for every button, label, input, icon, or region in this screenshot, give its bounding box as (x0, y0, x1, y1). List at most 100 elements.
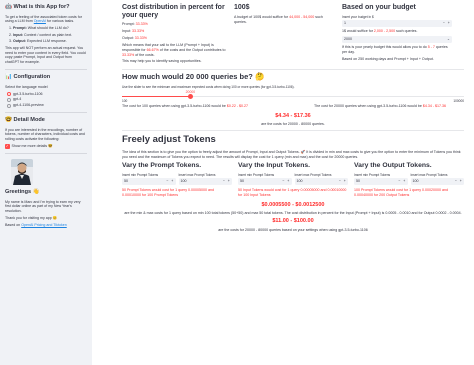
main-content: Cost distribution in percent for your qu… (92, 0, 474, 365)
avatar (11, 158, 33, 185)
cost-20000-text: The cost for 20000 queries when using gp… (314, 103, 447, 108)
min-input-input[interactable]: 50− + (238, 178, 292, 186)
queries-title: How much would 20 000 queries be? 🤔 (122, 72, 265, 82)
queries-cost-result: $4.34 - $17.36 (275, 112, 311, 119)
slider-min: 100 (122, 98, 128, 103)
vary-input-result: 50 Input Tokens would cost for 1 query 0… (238, 188, 347, 198)
divider (5, 152, 87, 154)
final-cost-result: $11.00 - $100.00 (272, 218, 314, 225)
minus-icon[interactable]: − (221, 179, 226, 185)
plus-icon[interactable]: + (402, 179, 407, 185)
sidebar: 🤖 What is this App for? To get a feeling… (0, 0, 92, 365)
cost-explain: Which means that your call to the LLM (P… (122, 42, 226, 57)
cost-title: Cost distribution in percent for your qu… (122, 4, 225, 19)
min-input-label: Insert min Prompt Tokens (238, 172, 275, 177)
about-text: To get a feeling of the associated token… (5, 14, 82, 24)
based-text: 1$ would suffice for 2,000 - 2,500 such … (342, 29, 418, 33)
divider (5, 112, 87, 114)
slider-max: 100000 (453, 98, 464, 103)
budget-text: A budget of 100$ would suffice for 44,00… (234, 14, 323, 24)
slider-fill (122, 95, 191, 97)
freely-adjust-title: Freely adjust Tokens (122, 133, 216, 145)
months-text: If this is your yearly budget this would… (342, 44, 448, 54)
divider (122, 69, 464, 71)
queries-cost-note: are the costs for 20000 - 80000 queries. (261, 122, 325, 127)
model-radio-gpt35[interactable]: gpt-3.5-turbo-1106 (7, 92, 87, 97)
chevron-down-icon: ⌄ (446, 36, 450, 41)
budget-input[interactable]: 1 − + (342, 20, 452, 27)
greetings-text: My name is Marc and I'm trying to earn m… (5, 199, 81, 214)
summary-cost-result: $0.0005500 - $0.0012500 (261, 201, 325, 208)
based-title: Based on your budget (342, 4, 416, 11)
based-on-text: Based on OpenAI Pricing and Tiktoken (5, 222, 67, 227)
minus-icon[interactable]: − (397, 179, 402, 185)
plus-icon[interactable]: + (286, 179, 291, 185)
budget-100-section: 100$ A budget of 100$ would suffice for … (234, 4, 336, 66)
greetings-thanks: Thank you for visiting my app 😊 (5, 216, 58, 221)
max-output-label: Insert max Prompt Tokens (410, 172, 448, 177)
model-label: Select the language model (5, 84, 48, 89)
cost-prompt: Prompt: 33.33% (122, 22, 148, 27)
months-note: Based on 250 working days and Prompt + I… (342, 56, 434, 61)
detail-checkbox[interactable]: ✓ Show me more details 🤓 (5, 144, 87, 149)
cost-saving-text: This may help you to identify saving opp… (122, 59, 202, 64)
slider-value: 20000 (185, 89, 196, 94)
divider (122, 129, 464, 131)
minus-icon[interactable]: − (441, 21, 446, 26)
model-radio-gpt4[interactable]: gpt-4 (7, 97, 87, 102)
min-output-input[interactable]: 50− + (354, 178, 408, 186)
list-item: Output: Expected LLM response. (13, 39, 87, 44)
plus-icon[interactable]: + (226, 179, 231, 185)
openai-link[interactable]: OpenAI (34, 19, 46, 23)
cost-distribution-section: Cost distribution in percent for your qu… (122, 4, 228, 66)
plus-icon[interactable]: + (170, 179, 175, 185)
vary-output-result: 100 Prompt Tokens would cost for 1 query… (354, 188, 449, 198)
radio-icon (7, 103, 11, 108)
config-title: 📊 Configuration (5, 74, 51, 81)
vary-prompt-title: Vary the Prompt Tokens. (122, 162, 202, 170)
radio-selected-icon (7, 91, 11, 96)
detail-title: 🤓 Detail Mode (5, 117, 45, 124)
vary-output-section: Vary the Output Tokens. Insert min Promp… (354, 162, 464, 199)
max-output-input[interactable]: 100− + (410, 178, 464, 186)
minus-icon[interactable]: − (337, 179, 342, 185)
vary-input-section: Vary the Input Tokens. Insert min Prompt… (238, 162, 348, 199)
max-input-label: Insert max Prompt Tokens (294, 172, 332, 177)
minus-icon[interactable]: − (165, 179, 170, 185)
about-list: Prompt: What should the LLM do? Input: C… (9, 26, 87, 44)
max-prompt-input[interactable]: 100− + (178, 178, 232, 186)
max-input-input[interactable]: 100− + (294, 178, 348, 186)
budget-title: 100$ (234, 4, 250, 11)
pricing-link[interactable]: OpenAI Pricing and Tiktoken (21, 223, 67, 227)
min-prompt-label: Insert min Prompt Tokens (122, 172, 159, 177)
cost-input: Input: 33.33% (122, 29, 145, 34)
plus-icon[interactable]: + (458, 179, 463, 185)
about-text-2: This app will NOT perform an actual requ… (5, 45, 86, 65)
radio-icon (7, 97, 11, 102)
period-select[interactable]: 2000 ⌄ (342, 35, 452, 43)
min-output-label: Insert min Prompt Tokens (354, 172, 391, 177)
check-icon: ✓ (5, 144, 10, 149)
queries-slider[interactable]: 20000 100 100000 (122, 90, 464, 104)
slider-thumb[interactable] (187, 93, 193, 99)
about-title: 🤖 What is this App for? (5, 4, 70, 10)
model-radio-gpt4-preview[interactable]: gpt-4-1106-preview (7, 103, 87, 108)
min-prompt-input[interactable]: 50− + (122, 178, 176, 186)
plus-icon[interactable]: + (446, 21, 451, 26)
cost-output: Output: 33.33% (122, 36, 147, 41)
vary-input-title: Vary the Input Tokens. (238, 162, 311, 170)
plus-icon[interactable]: + (342, 179, 347, 185)
minus-icon[interactable]: − (281, 179, 286, 185)
vary-prompt-section: Vary the Prompt Tokens. Insert min Promp… (122, 162, 232, 199)
vary-output-title: Vary the Output Tokens. (354, 162, 432, 170)
summary-text: are the min & max costs for 1 query base… (124, 211, 462, 216)
minus-icon[interactable]: − (453, 179, 458, 185)
final-cost-note: are the costs for 20000 - 80000 queries … (218, 227, 368, 232)
list-item: Prompt: What should the LLM do? (13, 26, 87, 31)
greetings-title: Greetings 👋 (5, 188, 40, 195)
freely-adjust-text: The idea of this section is to give you … (122, 149, 461, 159)
budget-input-label: Insert your budget in $ (342, 14, 374, 19)
divider (5, 69, 87, 71)
detail-text: If you are interested in the encodings, … (5, 127, 85, 142)
custom-budget-section: Based on your budget Insert your budget … (342, 4, 452, 66)
